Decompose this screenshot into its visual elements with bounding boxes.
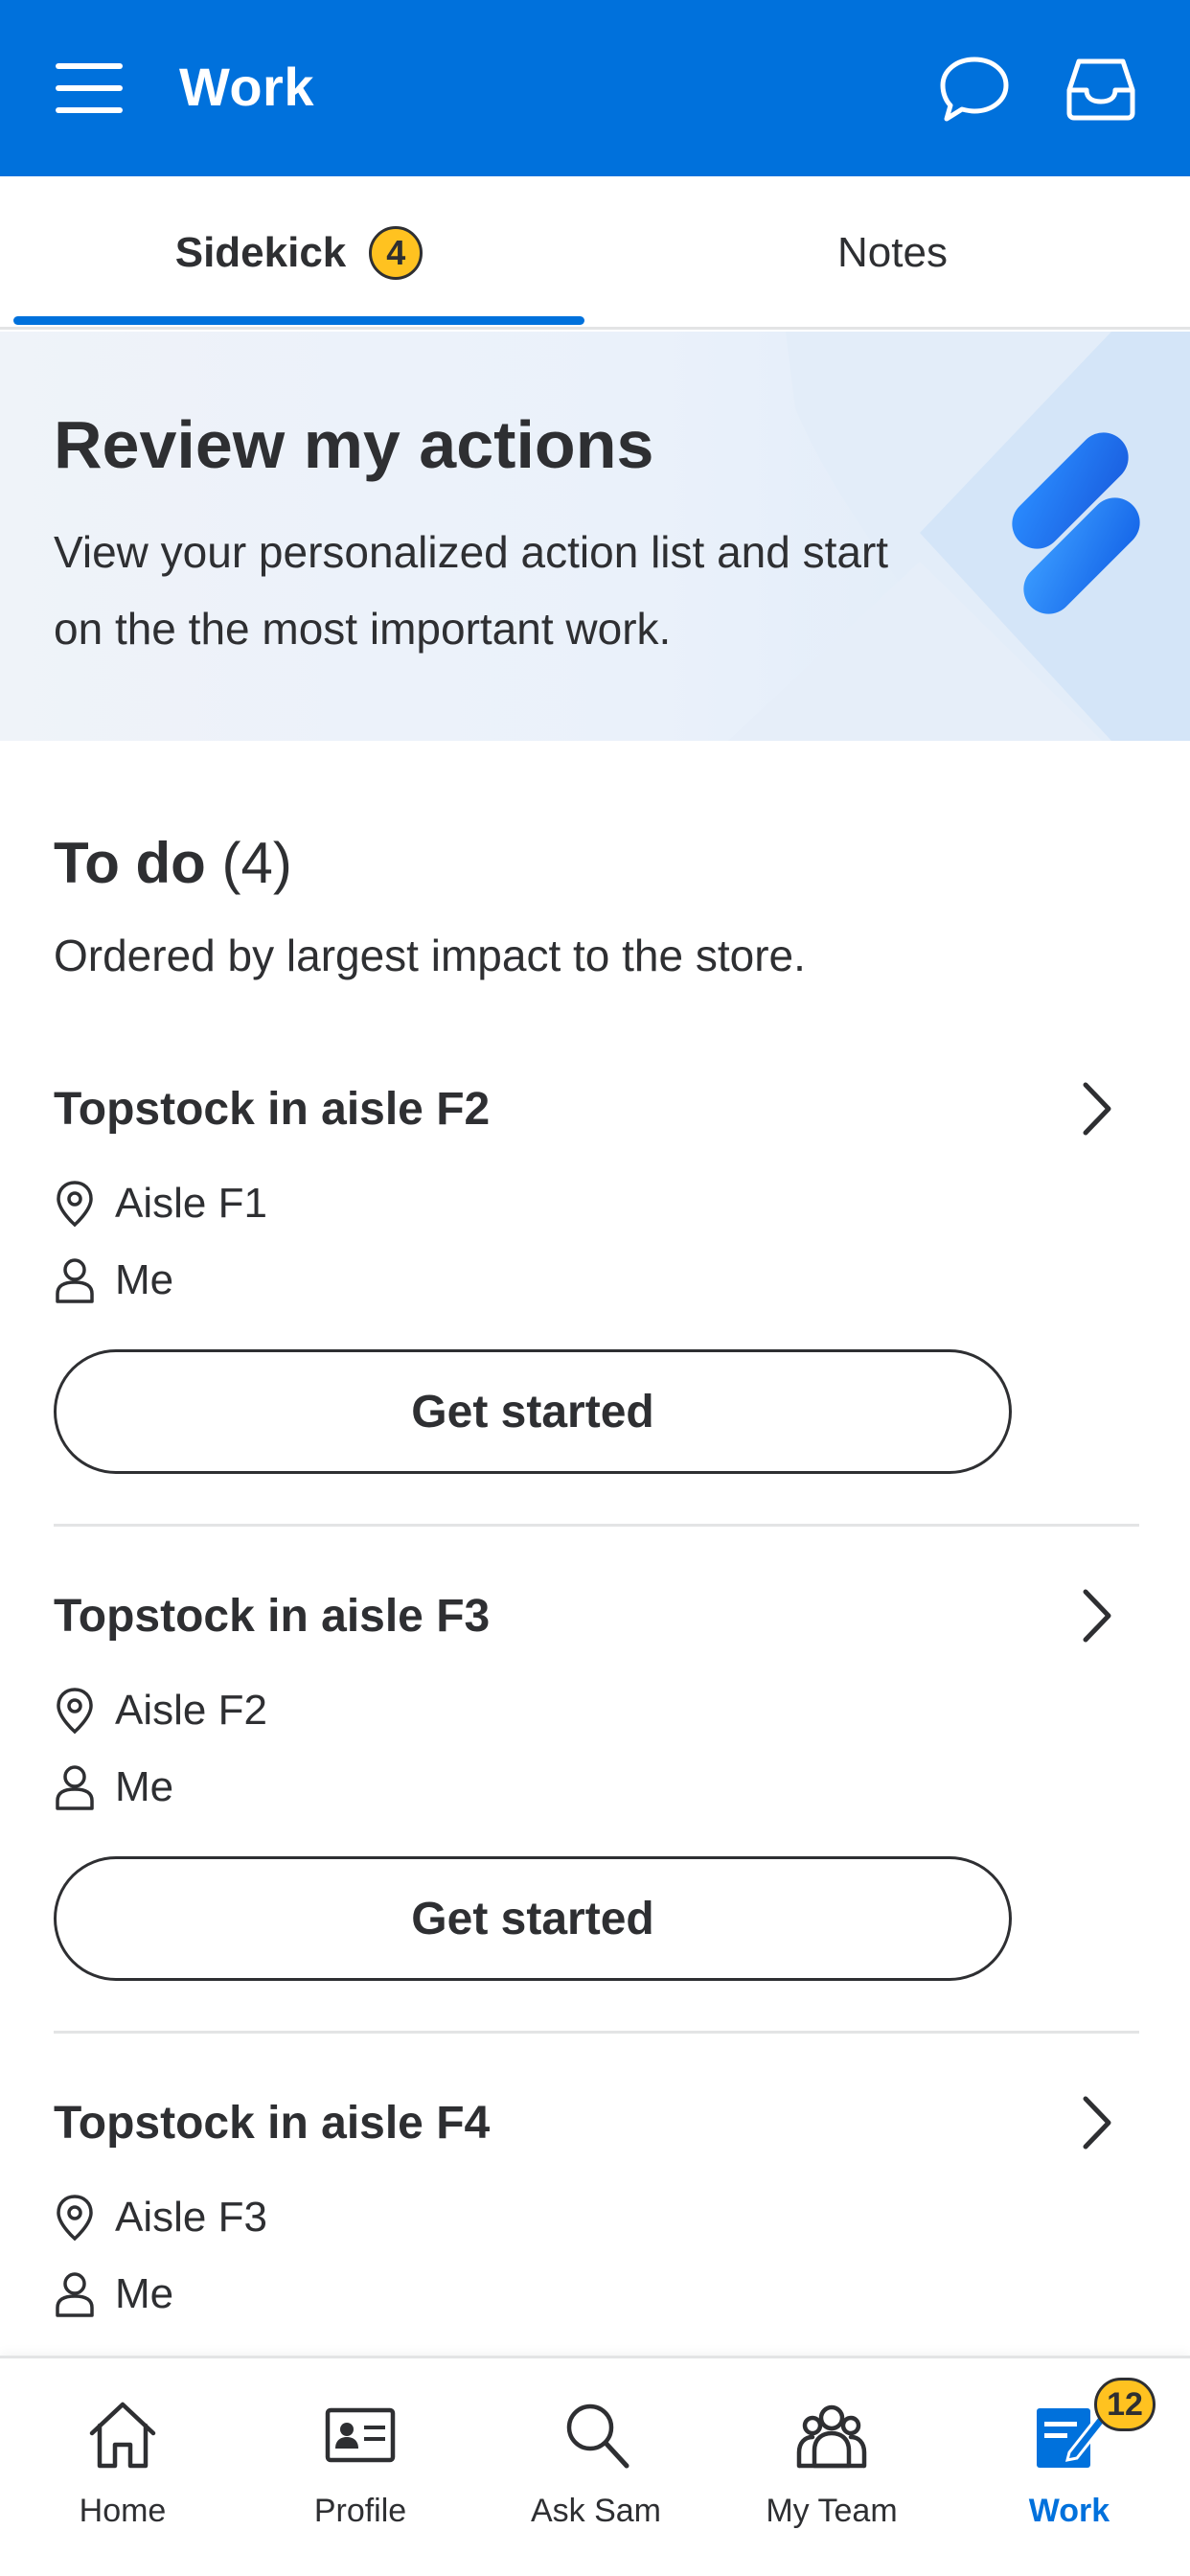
nav-ask-sam[interactable]: Ask Sam bbox=[500, 2358, 692, 2576]
location-pin-icon bbox=[57, 1181, 93, 1228]
tab-bar: Sidekick 4 Notes bbox=[0, 176, 1190, 330]
profile-card-icon bbox=[325, 2407, 396, 2463]
app-screen: Work Sidekick 4 Notes Review my actions … bbox=[0, 0, 1190, 2576]
tab-sidekick-label: Sidekick bbox=[174, 229, 347, 276]
task-location: Aisle F1 bbox=[115, 1180, 267, 1227]
nav-home-label: Home bbox=[79, 2493, 167, 2529]
task-card[interactable]: Topstock in aisle F3 Aisle F2 Me Get sta… bbox=[54, 1589, 1139, 2098]
task-assignee: Me bbox=[115, 1763, 174, 1810]
bottom-navigation: Home Profile Ask Sam My Team 12 Work bbox=[0, 2356, 1190, 2576]
banner-title: Review my actions bbox=[54, 407, 654, 482]
task-location: Aisle F3 bbox=[115, 2194, 267, 2241]
task-assignee-row: Me bbox=[54, 2266, 173, 2323]
get-started-button[interactable]: Get started bbox=[54, 1856, 1012, 1981]
person-icon bbox=[56, 1765, 94, 1810]
task-assignee: Me bbox=[115, 2270, 174, 2317]
task-assignee-row: Me bbox=[54, 1252, 173, 1309]
top-app-bar: Work bbox=[0, 0, 1190, 176]
chevron-right-icon[interactable] bbox=[1066, 2089, 1124, 2156]
task-location: Aisle F2 bbox=[115, 1687, 267, 1734]
nav-profile[interactable]: Profile bbox=[264, 2358, 456, 2576]
task-card[interactable]: Topstock in aisle F2 Aisle F1 Me Get sta… bbox=[54, 1082, 1139, 1591]
location-pin-icon bbox=[57, 2195, 93, 2242]
chevron-right-icon[interactable] bbox=[1066, 1582, 1124, 1649]
tab-notes[interactable]: Notes bbox=[595, 176, 1190, 330]
task-location-row: Aisle F3 bbox=[54, 2189, 267, 2246]
nav-work[interactable]: 12 Work bbox=[973, 2358, 1165, 2576]
task-location-row: Aisle F1 bbox=[54, 1175, 267, 1232]
hamburger-menu-icon[interactable] bbox=[56, 59, 125, 117]
task-location-row: Aisle F2 bbox=[54, 1682, 267, 1739]
nav-home[interactable]: Home bbox=[27, 2358, 218, 2576]
nav-my-team-label: My Team bbox=[766, 2493, 898, 2529]
task-title: Topstock in aisle F4 bbox=[54, 2098, 491, 2149]
task-title: Topstock in aisle F2 bbox=[54, 1084, 491, 1135]
tab-sidekick-badge: 4 bbox=[369, 226, 423, 280]
active-tab-indicator bbox=[13, 316, 584, 325]
todo-count: (4) bbox=[221, 831, 292, 895]
location-pin-icon bbox=[57, 1688, 93, 1735]
todo-subtitle: Ordered by largest impact to the store. bbox=[54, 931, 806, 980]
task-divider bbox=[54, 2031, 1139, 2034]
person-icon bbox=[56, 1258, 94, 1303]
get-started-button[interactable]: Get started bbox=[54, 1349, 1012, 1474]
nav-my-team[interactable]: My Team bbox=[736, 2358, 927, 2576]
person-icon bbox=[56, 2272, 94, 2317]
nav-profile-label: Profile bbox=[313, 2493, 407, 2529]
task-assignee-row: Me bbox=[54, 1759, 173, 1816]
todo-title: To do bbox=[54, 831, 206, 895]
home-icon bbox=[89, 2402, 156, 2469]
task-divider bbox=[54, 1524, 1139, 1527]
tab-sidekick[interactable]: Sidekick 4 bbox=[13, 176, 584, 330]
banner-description: View your personalized action list and s… bbox=[54, 527, 889, 654]
chevron-right-icon[interactable] bbox=[1066, 1075, 1124, 1142]
todo-heading: To do (4) bbox=[54, 830, 292, 896]
task-assignee: Me bbox=[115, 1256, 174, 1303]
task-title: Topstock in aisle F3 bbox=[54, 1591, 491, 1642]
nav-work-badge: 12 bbox=[1094, 2378, 1156, 2431]
search-icon bbox=[566, 2404, 629, 2469]
inbox-tray-icon[interactable] bbox=[1064, 54, 1138, 125]
nav-work-label: Work bbox=[1028, 2493, 1110, 2529]
tab-notes-label: Notes bbox=[837, 229, 948, 276]
sidekick-logo-icon bbox=[1012, 432, 1140, 614]
page-title: Work bbox=[179, 57, 314, 117]
review-actions-banner[interactable]: Review my actions View your personalized… bbox=[0, 332, 1190, 741]
task-card[interactable]: Topstock in aisle F4 Aisle F3 Me bbox=[54, 2096, 1139, 2356]
chat-bubble-icon[interactable] bbox=[937, 54, 1012, 125]
nav-ask-sam-label: Ask Sam bbox=[530, 2493, 662, 2529]
team-icon bbox=[796, 2404, 867, 2469]
